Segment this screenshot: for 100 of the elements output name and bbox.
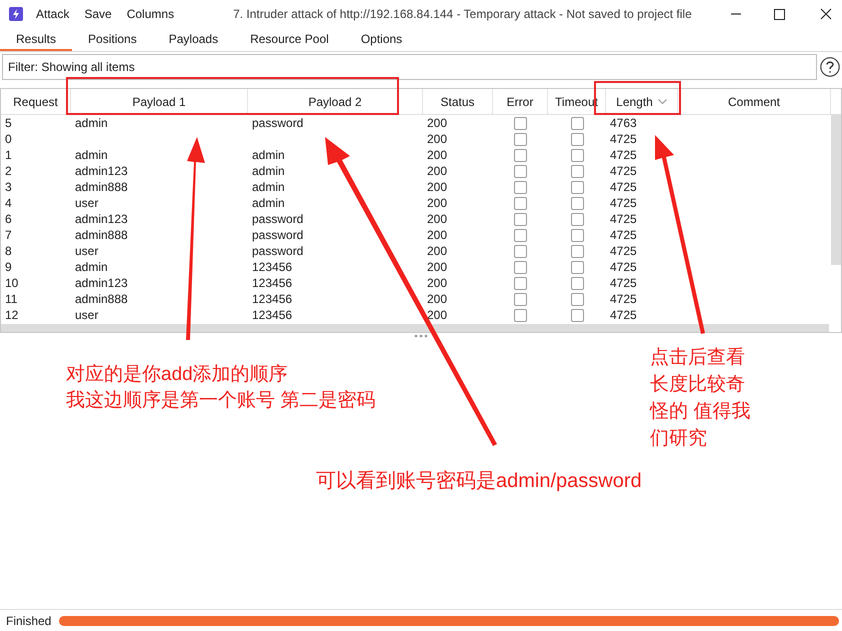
table-cell-text: password: [251, 227, 304, 244]
column-header[interactable]: Payload 2: [248, 89, 423, 114]
checkbox[interactable]: [570, 228, 584, 242]
annotation-text: 可以看到账号密码是admin/password: [316, 469, 642, 494]
checkbox[interactable]: [514, 260, 527, 274]
column-header[interactable]: Payload 1: [71, 89, 248, 114]
help-icon[interactable]: [820, 57, 840, 77]
table-cell-text: 200: [426, 195, 448, 212]
checkbox[interactable]: [514, 132, 527, 146]
table-cell-text: 123456: [251, 259, 292, 276]
table-cell-text: 2: [4, 163, 12, 180]
maximize-icon[interactable]: [774, 8, 785, 20]
column-header[interactable]: Status: [423, 89, 493, 114]
checkbox[interactable]: [514, 116, 527, 130]
table-cell-text: admin888: [74, 291, 128, 308]
checkbox[interactable]: [570, 276, 584, 290]
checkbox[interactable]: [514, 196, 527, 210]
tab[interactable]: Resource Pool: [234, 28, 345, 51]
checkbox[interactable]: [570, 116, 584, 130]
table-cell-text: 200: [426, 307, 448, 324]
table-cell-text: password: [251, 211, 304, 228]
tab[interactable]: Payloads: [152, 28, 234, 51]
table-cell-text: 12: [4, 307, 18, 324]
checkbox[interactable]: [570, 164, 584, 178]
table-cell-text: 200: [426, 243, 448, 260]
checkbox[interactable]: [514, 228, 527, 242]
checkbox[interactable]: [570, 148, 584, 162]
table-cell-text: 4725: [609, 227, 637, 244]
checkbox[interactable]: [570, 196, 584, 210]
table-cell-text: admin123: [74, 211, 128, 228]
checkbox[interactable]: [514, 148, 527, 162]
checkbox[interactable]: [514, 212, 527, 226]
checkbox[interactable]: [514, 308, 527, 322]
checkbox[interactable]: [570, 212, 584, 226]
column-header[interactable]: Length: [606, 89, 678, 114]
table-cell-text: 4763: [609, 115, 637, 132]
table-cell-text: user: [74, 307, 98, 324]
checkbox[interactable]: [570, 132, 584, 146]
checkbox[interactable]: [570, 180, 584, 194]
table-cell-text: 200: [426, 163, 448, 180]
checkbox[interactable]: [570, 292, 584, 306]
table-cell-text: admin: [74, 259, 108, 276]
annotation-text: 点击后查看 长度比较奇 怪的 值得我 们研究: [650, 346, 750, 451]
table-cell-text: 4725: [609, 211, 637, 228]
checkbox[interactable]: [514, 180, 527, 194]
table-cell-text: 200: [426, 147, 448, 164]
table-cell-text: 1: [4, 147, 12, 164]
table-cell-text: admin888: [74, 227, 128, 244]
table-cell-text: admin: [251, 147, 285, 164]
table-cell-text: admin123: [74, 275, 128, 292]
status-text: Finished: [6, 612, 52, 630]
table-cell-text: 200: [426, 275, 448, 292]
table-cell-text: 4725: [609, 195, 637, 212]
table-cell-text: 4725: [609, 131, 637, 148]
table-cell-text: 123456: [251, 291, 292, 308]
checkbox[interactable]: [514, 164, 527, 178]
column-header[interactable]: Request: [1, 89, 71, 114]
table-cell-text: 4725: [609, 179, 637, 196]
vertical-scrollbar[interactable]: [831, 115, 841, 265]
table-cell-text: 200: [426, 179, 448, 196]
table-cell-text: 4725: [609, 259, 637, 276]
table-cell-text: admin: [251, 195, 285, 212]
splitter-handle-icon[interactable]: [414, 334, 428, 338]
table-cell-text: 4725: [609, 291, 637, 308]
table-cell-text: 10: [4, 275, 18, 292]
table-cell-text: 4725: [609, 275, 637, 292]
menu-item[interactable]: Attack: [36, 5, 70, 23]
checkbox[interactable]: [570, 244, 584, 258]
chevron-down-icon: [658, 98, 667, 104]
table-cell-text: 0: [4, 131, 12, 148]
column-header[interactable]: Comment: [678, 89, 831, 114]
checkbox[interactable]: [570, 260, 584, 274]
filter-field[interactable]: Filter: Showing all items: [2, 54, 817, 80]
table-cell-text: 123456: [251, 275, 292, 292]
checkbox[interactable]: [514, 244, 527, 258]
checkbox[interactable]: [514, 276, 527, 290]
table-cell-text: admin: [251, 179, 285, 196]
table-cell-text: 200: [426, 259, 448, 276]
table-cell-text: 123456: [251, 307, 292, 324]
app-logo-icon: [9, 7, 23, 21]
horizontal-scrollbar[interactable]: [1, 324, 829, 332]
tab[interactable]: Results: [0, 28, 72, 51]
table-cell-text: admin123: [74, 163, 128, 180]
table-cell-text: 9: [4, 259, 12, 276]
tab[interactable]: Options: [344, 28, 418, 51]
column-header[interactable]: Error: [493, 89, 548, 114]
checkbox[interactable]: [570, 308, 584, 322]
tab[interactable]: Positions: [72, 28, 153, 51]
menu-item[interactable]: Columns: [126, 5, 174, 23]
close-icon[interactable]: [820, 8, 832, 20]
table-cell-text: 4: [4, 195, 12, 212]
checkbox[interactable]: [514, 292, 527, 306]
table-cell-text: 4725: [609, 147, 637, 164]
table-cell-text: user: [74, 243, 98, 260]
table-cell-text: password: [251, 115, 304, 132]
table-cell-text: 200: [426, 291, 448, 308]
table-cell-text: 4725: [609, 163, 637, 180]
table-cell-text: admin888: [74, 179, 128, 196]
table-cell-text: user: [74, 195, 98, 212]
menu-item[interactable]: Save: [84, 5, 112, 23]
